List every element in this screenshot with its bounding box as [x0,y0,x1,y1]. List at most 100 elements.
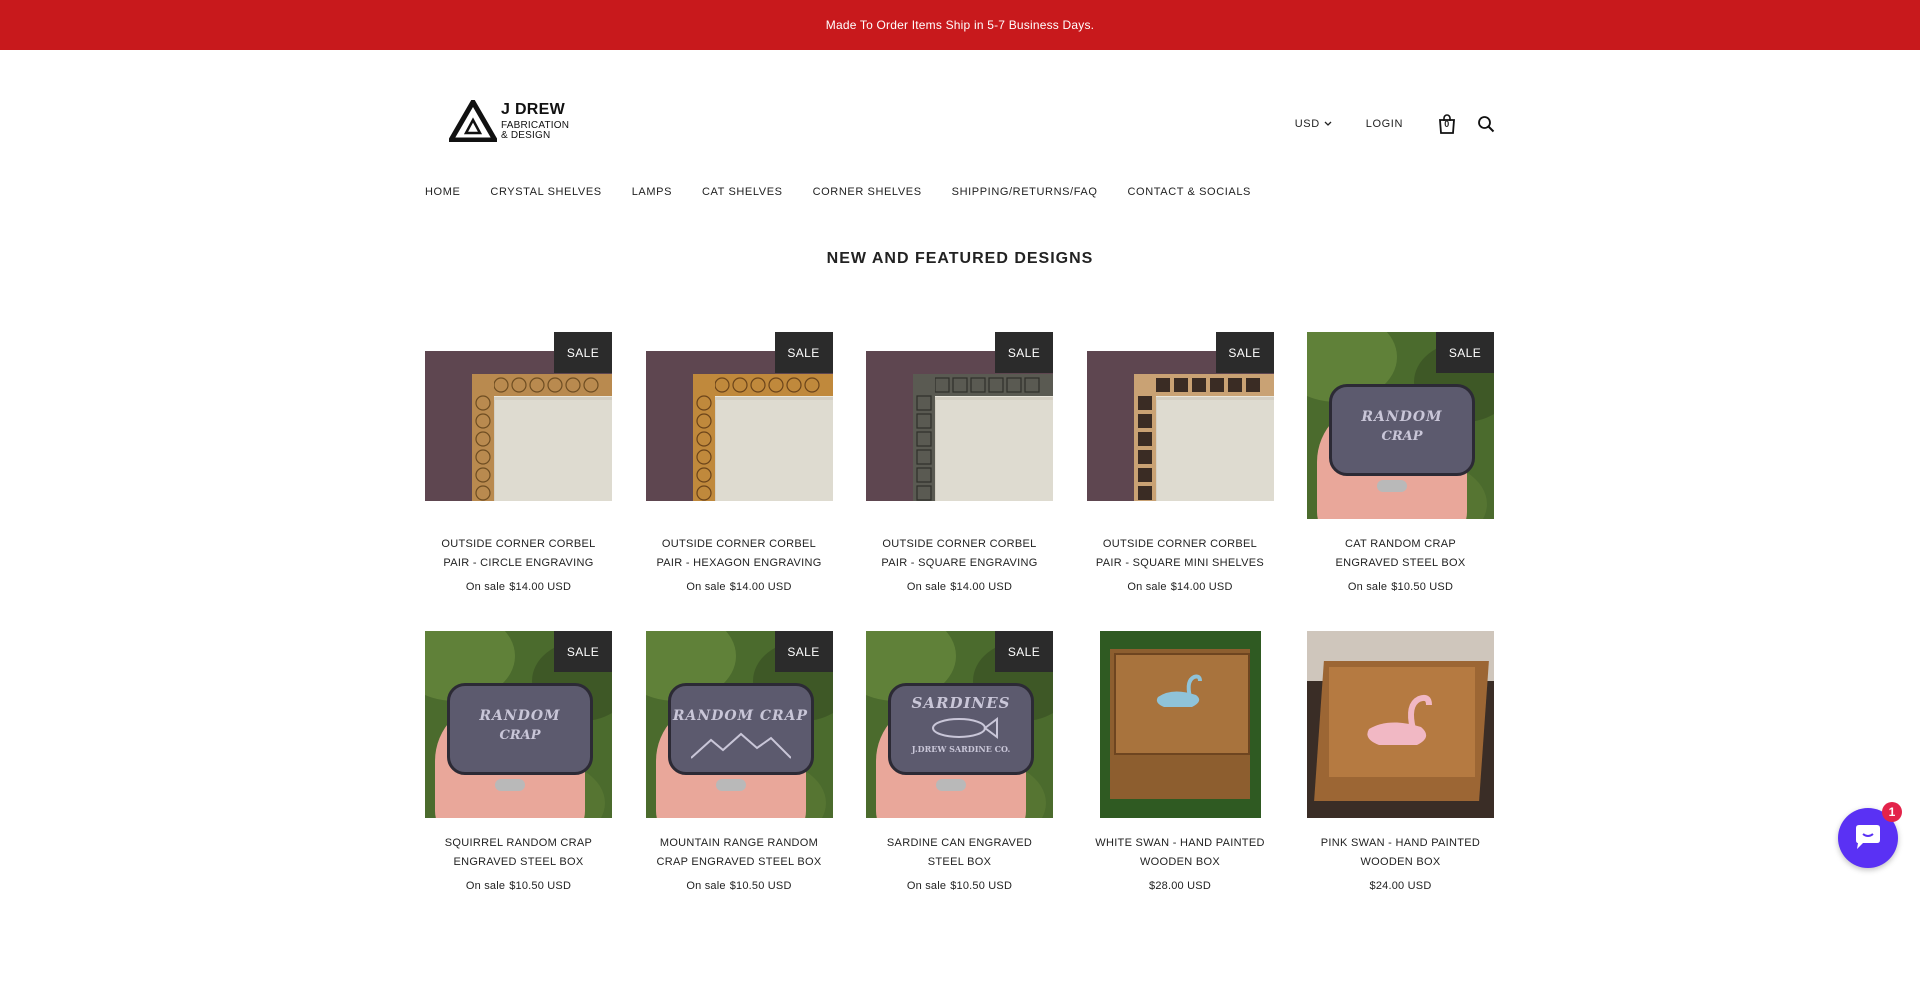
product-title[interactable]: SARDINE CAN ENGRAVED STEEL BOX [866,834,1053,872]
chevron-down-icon [1324,121,1332,126]
on-sale-label: On sale [1347,581,1388,593]
site-header: J DREW FABRICATION & DESIGN [0,50,1920,160]
product-image[interactable]: SALE [1086,332,1274,519]
product-image[interactable] [1087,631,1274,818]
product-image[interactable]: RANDOM CRAP SALE [425,631,612,818]
currency-selector[interactable]: USD [1295,118,1332,130]
product-price: On sale $14.00 USD [866,581,1053,593]
sale-badge: SALE [995,332,1053,373]
triangle-logo-icon [449,100,497,142]
announcement-bar: Made To Order Items Ship in 5-7 Business… [0,0,1920,50]
on-sale-label: On sale [465,880,506,892]
white-swan-painting [1156,674,1202,707]
product-price: $24.00 USD [1307,880,1494,892]
product-title[interactable]: PINK SWAN - HAND PAINTED WOODEN BOX [1307,834,1494,872]
price-value: $14.00 USD [950,581,1013,593]
price-value: $10.50 USD [1391,581,1454,593]
product-price: On sale $14.00 USD [646,581,833,593]
pink-swan-painting [1367,694,1432,745]
nav-contact-socials[interactable]: CONTACT & SOCIALS [1128,186,1251,198]
product-image[interactable]: SALE [425,332,612,519]
sale-badge: SALE [1436,332,1494,373]
product-card[interactable]: SALE OUTSIDE CORNER CORBEL PAIR - HEXAGO… [645,332,833,593]
product-image[interactable]: SALE [866,332,1053,519]
product-title[interactable]: WHITE SWAN - HAND PAINTED WOODEN BOX [1087,834,1274,872]
sale-badge: SALE [774,332,833,373]
mountain-engraving-icon [690,732,791,759]
product-title[interactable]: OUTSIDE CORNER CORBEL PAIR - HEXAGON ENG… [646,535,833,573]
brand-logo[interactable]: J DREW FABRICATION & DESIGN [449,100,569,142]
engraving-line2: CRAP [1381,429,1423,444]
search-icon[interactable] [1477,115,1495,133]
corbel-circle-pattern-vertical [472,373,494,501]
product-card[interactable]: PINK SWAN - HAND PAINTED WOODEN BOX $24.… [1307,631,1494,892]
product-card[interactable]: SALE OUTSIDE CORNER CORBEL PAIR - CIRCLE… [425,332,612,593]
price-value: $10.50 USD [729,880,792,892]
cart-count: 0 [1444,119,1450,129]
engraving-line1: RANDOM [1361,409,1443,425]
on-sale-label: On sale [465,581,506,593]
product-price: On sale $10.50 USD [1307,581,1494,593]
on-sale-label: On sale [686,581,726,593]
sale-badge: SALE [554,631,612,672]
brand-line2: & DESIGN [501,129,551,141]
section-title: NEW AND FEATURED DESIGNS [826,250,1094,267]
on-sale-label: On sale [906,880,947,892]
cart-button[interactable]: 0 [1437,114,1457,134]
brand-line1: FABRICATION [501,119,570,131]
product-image[interactable] [1307,631,1494,818]
chat-notification-badge: 1 [1882,802,1902,822]
sale-badge: SALE [554,332,612,373]
nav-crystal-shelves[interactable]: CRYSTAL SHELVES [490,186,601,198]
product-image[interactable]: RANDOM CRAP SALE [645,631,833,818]
fish-engraving-icon [932,717,998,739]
product-card[interactable]: SARDINES J.DREW SARDINE CO. SALE SARDINE… [866,631,1053,892]
announcement-text: Made To Order Items Ship in 5-7 Business… [825,18,1095,32]
product-price: On sale $10.50 USD [646,880,833,892]
engraving-line2: CRAP [499,728,541,743]
product-image[interactable]: RANDOM CRAP SALE [1307,332,1494,519]
product-card[interactable]: SALE OUTSIDE CORNER CORBEL PAIR - SQUARE… [866,332,1053,593]
product-image[interactable]: SARDINES J.DREW SARDINE CO. SALE [866,631,1053,818]
sale-badge: SALE [1215,332,1274,373]
product-price: On sale $14.00 USD [1087,581,1274,593]
product-card[interactable]: RANDOM CRAP SALE MOUNTAIN RANGE RANDOM C… [645,631,833,892]
product-title[interactable]: OUTSIDE CORNER CORBEL PAIR - SQUARE MINI… [1087,535,1274,573]
header-utilities: USD LOGIN 0 [1295,114,1495,134]
on-sale-label: On sale [686,880,726,892]
product-title[interactable]: OUTSIDE CORNER CORBEL PAIR - SQUARE ENGR… [866,535,1053,573]
engraving-line2: J.DREW SARDINE CO. [911,744,1011,754]
product-title[interactable]: CAT RANDOM CRAP ENGRAVED STEEL BOX [1307,535,1494,573]
chat-bubble-icon [1856,825,1880,849]
product-title[interactable]: MOUNTAIN RANGE RANDOM CRAP ENGRAVED STEE… [646,834,833,872]
product-card[interactable]: RANDOM CRAP SALE CAT RANDOM CRAP ENGRAVE… [1307,332,1494,593]
price-value: $24.00 USD [1369,880,1432,892]
nav-home[interactable]: HOME [425,186,460,198]
price-value: $14.00 USD [509,581,572,593]
main-nav: HOME CRYSTAL SHELVES LAMPS CAT SHELVES C… [425,186,1281,198]
login-link[interactable]: LOGIN [1366,118,1403,130]
price-value: $28.00 USD [1149,880,1211,892]
product-title[interactable]: OUTSIDE CORNER CORBEL PAIR - CIRCLE ENGR… [425,535,612,573]
nav-cat-shelves[interactable]: CAT SHELVES [702,186,783,198]
nav-corner-shelves[interactable]: CORNER SHELVES [813,186,922,198]
price-value: $10.50 USD [950,880,1013,892]
brand-text: J DREW FABRICATION & DESIGN [501,101,570,141]
product-image[interactable]: SALE [645,332,833,519]
price-value: $10.50 USD [509,880,572,892]
product-card[interactable]: SALE OUTSIDE CORNER CORBEL PAIR - SQUARE… [1086,332,1274,593]
engraving-line1: RANDOM [479,708,561,724]
on-sale-label: On sale [1127,581,1167,593]
nav-lamps[interactable]: LAMPS [632,186,672,198]
product-grid: SALE OUTSIDE CORNER CORBEL PAIR - CIRCLE… [425,332,1494,892]
corbel-square-pattern-vertical [913,373,935,501]
on-sale-label: On sale [906,581,947,593]
product-price: On sale $14.00 USD [425,581,612,593]
product-card[interactable]: WHITE SWAN - HAND PAINTED WOODEN BOX $28… [1087,631,1274,892]
product-title[interactable]: SQUIRREL RANDOM CRAP ENGRAVED STEEL BOX [425,834,612,872]
sale-badge: SALE [774,631,833,672]
product-card[interactable]: RANDOM CRAP SALE SQUIRREL RANDOM CRAP EN… [425,631,612,892]
nav-shipping-returns-faq[interactable]: SHIPPING/RETURNS/FAQ [952,186,1098,198]
corbel-mini-shelves-vertical [1133,373,1156,501]
product-price: On sale $10.50 USD [866,880,1053,892]
